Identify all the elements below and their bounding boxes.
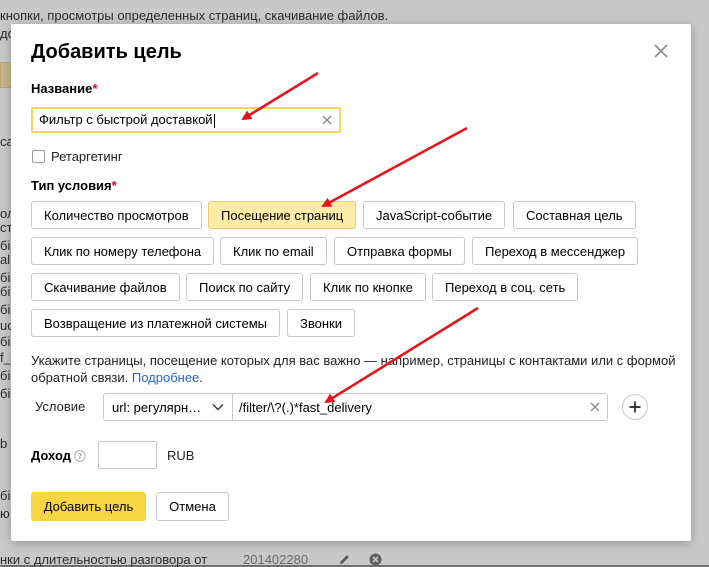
currency-label: RUB [167, 448, 195, 463]
add-goal-button[interactable]: Добавить цель [31, 492, 146, 521]
background-fragment: бі [0, 302, 11, 317]
add-condition-button[interactable] [622, 394, 648, 420]
background-fragment: f_ [0, 350, 11, 365]
text-cursor [213, 113, 215, 128]
dialog-title: Добавить цель [31, 41, 182, 63]
option-button-click[interactable]: Клик по кнопке [310, 273, 426, 301]
cancel-button[interactable]: Отмена [156, 492, 229, 521]
svg-text:?: ? [78, 452, 83, 461]
more-link[interactable]: Подробнее [132, 370, 199, 385]
option-site-search[interactable]: Поиск по сайту [186, 273, 304, 301]
pencil-icon [340, 555, 349, 564]
background-fragment: бі [0, 368, 11, 383]
option-social-network[interactable]: Переход в соц. сеть [432, 273, 579, 301]
retargeting-label: Ретаргетинг [51, 149, 123, 164]
goal-name-input[interactable]: Фильтр с быстрой доставкой [31, 107, 341, 133]
background-fragment: ю [0, 506, 10, 521]
clear-icon[interactable] [321, 114, 333, 126]
background-fragment: b [0, 436, 8, 451]
delete-icon [369, 553, 382, 566]
background-fragment: бі [0, 488, 11, 503]
background-fragment: бі [0, 284, 11, 299]
option-calls[interactable]: Звонки [287, 309, 355, 337]
name-label: Название* [31, 81, 98, 96]
option-email-click[interactable]: Клик по email [220, 237, 327, 265]
condition-hint: Укажите страницы, посещение которых для … [31, 353, 676, 385]
checkbox-box[interactable] [32, 150, 45, 163]
option-payment-return[interactable]: Возвращение из платежной системы [31, 309, 280, 337]
option-pageviews-count[interactable]: Количество просмотров [31, 201, 202, 229]
clear-icon[interactable] [589, 401, 601, 413]
help-icon[interactable]: ? [74, 449, 86, 462]
background-fragment: бі [0, 334, 11, 349]
condition-match-value: url: регулярн… [112, 399, 202, 415]
background-description: кнопки, просмотры определенных страниц, … [0, 8, 389, 23]
option-javascript-event[interactable]: JavaScript-событие [363, 201, 506, 229]
option-phone-click[interactable]: Клик по номеру телефона [31, 237, 215, 265]
goal-name-value: Фильтр с быстрой доставкой [39, 112, 213, 128]
option-messenger[interactable]: Переход в мессенджер [472, 237, 639, 265]
income-label: Доход ? [31, 448, 86, 463]
condition-url-input[interactable]: /filter/\?(.)*fast_delivery [232, 393, 608, 421]
background-fragment: бі [0, 270, 11, 285]
close-icon[interactable] [652, 42, 670, 60]
option-composite-goal[interactable]: Составная цель [513, 201, 636, 229]
option-page-visit[interactable]: Посещение страниц [208, 201, 357, 229]
condition-match-select[interactable]: url: регулярн… [103, 393, 233, 421]
income-input[interactable] [98, 441, 157, 469]
background-fragment: бі [0, 238, 11, 253]
retargeting-checkbox[interactable]: Ретаргетинг [32, 149, 123, 164]
condition-url-value: /filter/\?(.)*fast_delivery [239, 399, 372, 415]
option-form-submit[interactable]: Отправка формы [334, 237, 465, 265]
condition-type-label: Тип условия* [31, 178, 117, 193]
condition-label: Условие [35, 399, 86, 414]
add-goal-dialog: Добавить цель Название* Фильтр с быстрой… [11, 24, 691, 541]
chevron-down-icon [212, 404, 224, 411]
background-fragment: бі [0, 386, 11, 401]
option-file-download[interactable]: Скачивание файлов [31, 273, 180, 301]
